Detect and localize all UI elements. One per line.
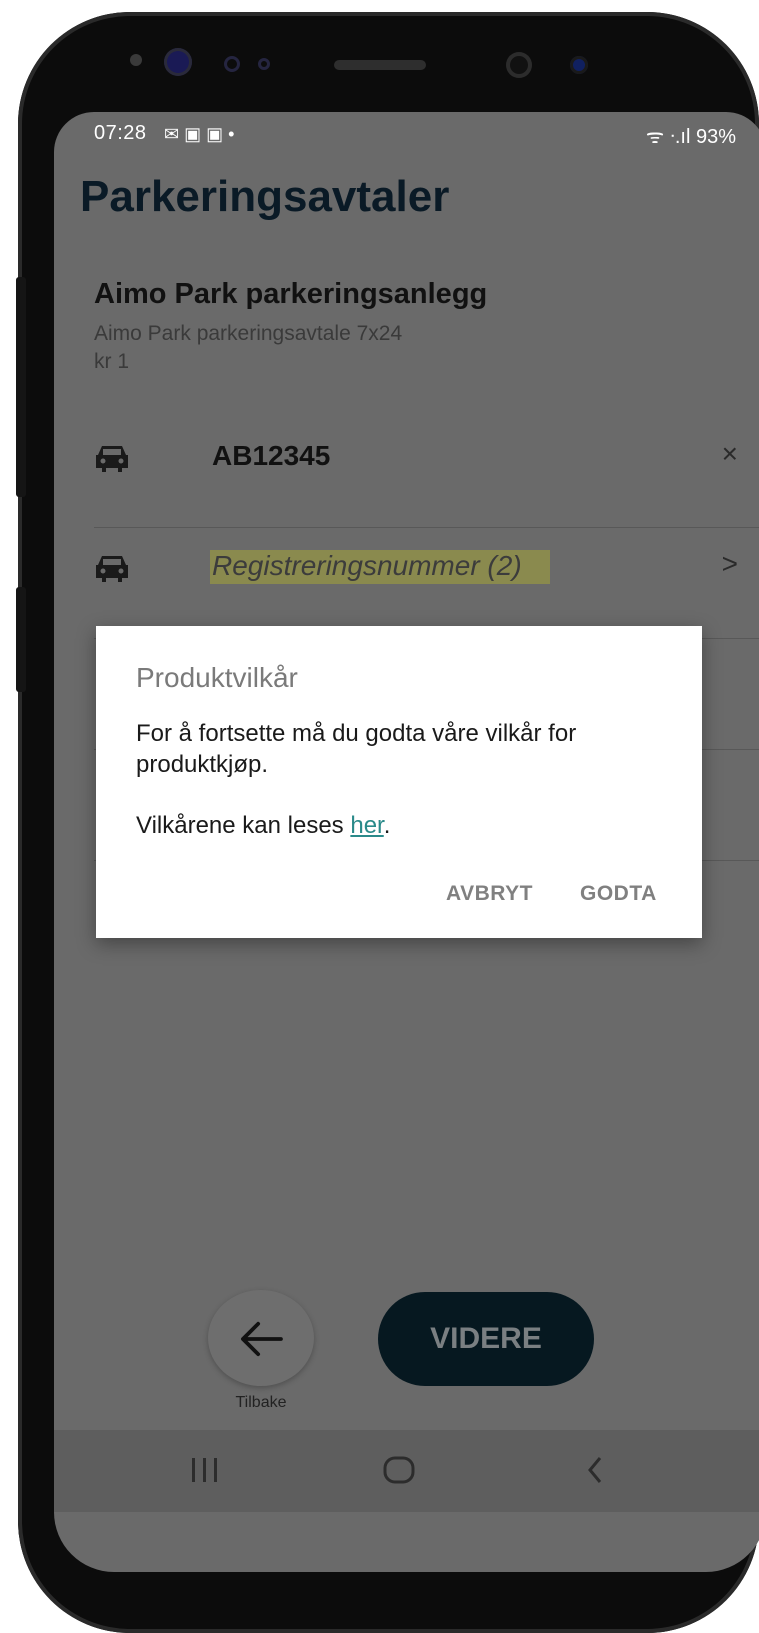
dialog-terms-text: Vilkårene kan leses her.	[136, 812, 390, 840]
cancel-button[interactable]: AVBRYT	[446, 882, 533, 906]
dialog-title: Produktvilkår	[136, 662, 298, 693]
page-title: Parkeringsavtaler	[80, 172, 450, 221]
dialog-body: For å fortsette må du godta våre vilkår …	[136, 720, 577, 778]
camera-sensor	[570, 56, 588, 74]
phone-frame: 07:28 ✉ ▣ ▣ • ᯤ ᐧ.ıl 93% Parkeringsavtal…	[16, 12, 759, 1633]
terms-dialog: Produktvilkår For å fortsette må du godt…	[96, 626, 702, 938]
registration-field[interactable]: Registreringsnummer (2)	[210, 550, 550, 584]
provider-name: Aimo Park parkeringsanlegg	[94, 278, 488, 310]
volume-key	[16, 277, 26, 497]
system-nav-bar	[54, 1430, 759, 1512]
terms-suffix: .	[383, 812, 391, 839]
status-bar: 07:28 ✉ ▣ ▣ • ᯤ ᐧ.ıl 93%	[54, 112, 759, 156]
terms-prefix: Vilkårene kan leses	[136, 812, 351, 839]
arrow-left-icon	[241, 1321, 283, 1357]
remove-vehicle-icon[interactable]: ×	[722, 438, 738, 470]
back-button[interactable]	[208, 1290, 314, 1386]
car-icon	[96, 556, 128, 582]
vehicle-row[interactable]: AB12345 ×	[94, 412, 759, 522]
vehicle-input-row[interactable]: Registreringsnummer (2) >	[94, 522, 759, 632]
screen: 07:28 ✉ ▣ ▣ • ᯤ ᐧ.ıl 93% Parkeringsavtal…	[54, 112, 759, 1572]
iris-sensor	[164, 48, 192, 76]
next-button[interactable]: VIDERE	[378, 1292, 594, 1386]
sensor-dot	[130, 54, 142, 66]
earpiece	[334, 60, 426, 70]
notification-icons: ✉ ▣ ▣ •	[164, 124, 235, 144]
chevron-right-icon[interactable]: >	[722, 548, 738, 580]
agreement-price: kr 1	[94, 350, 130, 373]
home-icon[interactable]	[382, 1450, 416, 1490]
back-label: Tilbake	[235, 1394, 287, 1411]
agreement-name: Aimo Park parkeringsavtale 7x24	[94, 322, 403, 345]
terms-link[interactable]: her	[350, 812, 383, 839]
sensor-ring	[224, 56, 240, 72]
bixby-key	[16, 587, 26, 692]
accept-button[interactable]: GODTA	[580, 882, 657, 906]
car-icon	[96, 446, 128, 472]
recent-apps-icon[interactable]	[190, 1450, 220, 1490]
back-nav-icon[interactable]	[584, 1450, 606, 1490]
status-indicators: ᯤ ᐧ.ıl 93%	[645, 126, 736, 148]
status-time: 07:28	[94, 122, 147, 144]
vehicle-plate: AB12345	[212, 440, 331, 471]
sensor-ring	[258, 58, 270, 70]
front-camera	[506, 52, 532, 78]
